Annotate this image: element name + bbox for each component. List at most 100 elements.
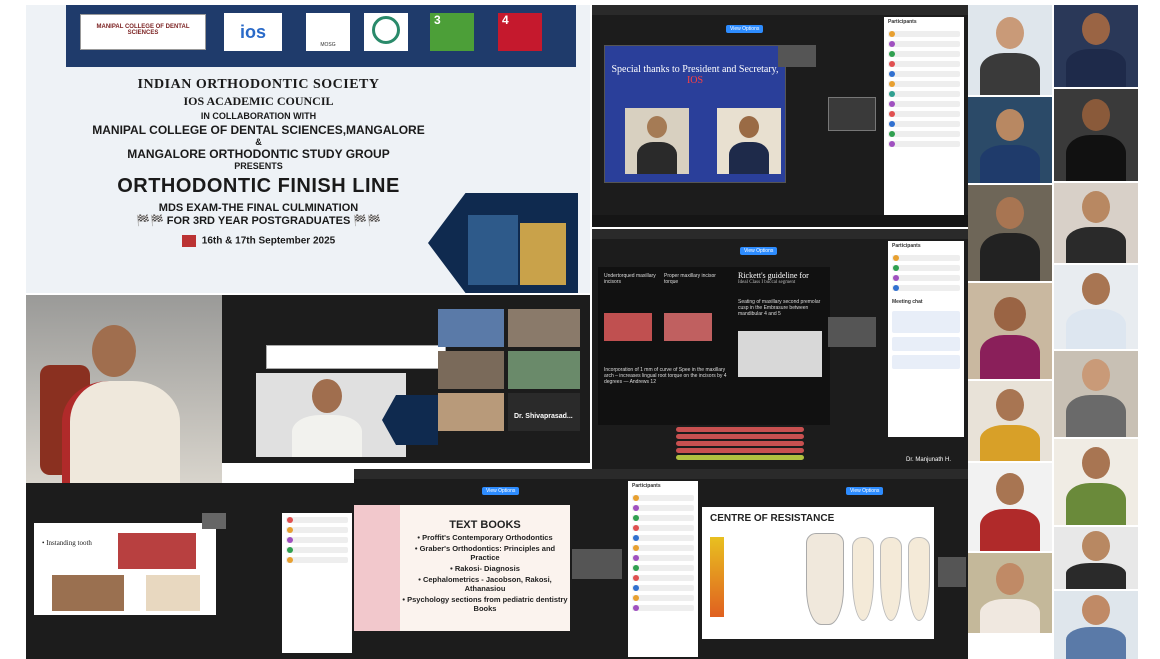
president-photo: [625, 108, 689, 174]
poster-title: ORTHODONTIC FINISH LINE: [117, 175, 400, 197]
list-item[interactable]: [632, 555, 694, 561]
speaker-photo: [1054, 527, 1138, 589]
list-item[interactable]: [888, 111, 960, 117]
teeth-photo: [604, 313, 652, 341]
list-item[interactable]: [632, 565, 694, 571]
teeth-photo: [146, 575, 200, 611]
view-options-button[interactable]: View Options: [482, 487, 520, 495]
participant-video: [938, 557, 966, 587]
list-item[interactable]: [888, 101, 960, 107]
list-item[interactable]: [888, 141, 960, 147]
view-options-button[interactable]: View Options: [740, 247, 778, 255]
list-item[interactable]: [632, 575, 694, 581]
shared-banner: [266, 345, 446, 369]
poster-line-5: &: [255, 137, 262, 147]
chat-title: Meeting chat: [892, 299, 923, 305]
thanks-text: Special thanks to President and Secretar…: [611, 64, 779, 75]
poster-line-3: IN COLLABORATION WITH: [200, 111, 317, 121]
list-item[interactable]: [888, 121, 960, 127]
zoom-window-textbooks: View Options TEXT BOOKS • Proffit's Cont…: [354, 469, 700, 659]
list-item[interactable]: [632, 515, 694, 521]
participants-panel-title: Participants: [892, 243, 921, 249]
speaker-photo: [968, 185, 1052, 281]
list-item[interactable]: [888, 71, 960, 77]
participant-video: [572, 549, 622, 579]
poster-line-7: PRESENTS: [234, 161, 283, 171]
speaker-saree: [62, 381, 180, 483]
teeth-photo: [738, 331, 822, 377]
slide-label-left: Undertorqued maxillary incisors: [604, 273, 656, 285]
list-item[interactable]: [632, 545, 694, 551]
list-item[interactable]: [888, 31, 960, 37]
secretary-photo: [717, 108, 781, 174]
bracket-illustration: [710, 537, 724, 617]
zoom-window-crowding: • Instanding tooth: [26, 483, 354, 659]
tooth-illustration: [880, 537, 902, 621]
list-item[interactable]: [888, 41, 960, 47]
thanks-slide: Special thanks to President and Secretar…: [604, 45, 786, 183]
participants-panel: Participants: [628, 481, 698, 657]
list-item[interactable]: [892, 275, 960, 281]
participants-panel: Participants: [884, 17, 964, 217]
textbook-item: • Proffit's Contemporary Orthodontics: [417, 533, 553, 542]
list-item[interactable]: [888, 51, 960, 57]
list-item[interactable]: [892, 265, 960, 271]
list-item[interactable]: [888, 131, 960, 137]
tooth-illustration: [908, 537, 930, 621]
zoom-window-ricketts: View Options Undertorqued maxillary inci…: [592, 229, 968, 469]
thanks-highlight: IOS: [686, 75, 704, 86]
list-item[interactable]: [632, 525, 694, 531]
speaker-photo: [1054, 591, 1138, 659]
list-item[interactable]: [632, 605, 694, 611]
calendar-icon: [181, 235, 196, 247]
poster-subtitle-2: 🏁🏁 FOR 3RD YEAR POSTGRADUATES 🏁🏁: [136, 215, 381, 227]
sdg-4-logo: 4: [498, 13, 542, 51]
list-item[interactable]: [888, 91, 960, 97]
teeth-photo: [52, 575, 124, 611]
list-item[interactable]: [286, 557, 348, 563]
list-item[interactable]: [888, 81, 960, 87]
resistance-title: CENTRE OF RESISTANCE: [710, 513, 835, 524]
zoom-window-resistance: View Options CENTRE OF RESISTANCE: [700, 469, 968, 659]
slide-label-mid: Proper maxillary incisor torque: [664, 273, 716, 285]
speaker-face: [92, 325, 136, 377]
zoom-window-presenter: Dr. Shivaprasad...: [222, 295, 590, 463]
chat-panel: Participants Meeting chat: [888, 241, 964, 437]
list-item[interactable]: [286, 537, 348, 543]
list-item[interactable]: [632, 585, 694, 591]
participant-video: [828, 317, 876, 347]
list-item[interactable]: [892, 285, 960, 291]
ricketts-slide: Undertorqued maxillary incisors Proper m…: [598, 267, 830, 425]
list-item[interactable]: [632, 595, 694, 601]
textbooks-slide: TEXT BOOKS • Proffit's Contemporary Orth…: [354, 505, 570, 631]
list-item[interactable]: [286, 527, 348, 533]
crowding-slide: • Instanding tooth: [34, 523, 216, 615]
textbook-item: • Rakosi- Diagnosis: [450, 564, 520, 573]
list-item[interactable]: [888, 61, 960, 67]
speaker-photo: [968, 463, 1052, 551]
list-item[interactable]: [286, 517, 348, 523]
list-item[interactable]: [632, 535, 694, 541]
list-item[interactable]: [632, 495, 694, 501]
speaker-photo: [1054, 439, 1138, 525]
logo-banner: MANIPAL COLLEGE OF DENTAL SCIENCES ios M…: [66, 5, 576, 67]
list-item[interactable]: [892, 255, 960, 261]
speaker-photo: [968, 553, 1052, 633]
speaker-photo: [1054, 89, 1138, 181]
list-item[interactable]: [632, 505, 694, 511]
gallery-grid: Dr. Shivaprasad...: [436, 309, 586, 433]
list-item[interactable]: [286, 547, 348, 553]
slide-bottom-text: Incorporation of 1 mm of curve of Spee i…: [604, 367, 727, 385]
poster-line-6: MANGALORE ORTHODONTIC STUDY GROUP: [127, 147, 390, 161]
textbook-item: • Cephalometrics - Jacobson, Rakosi, Ath…: [418, 575, 552, 593]
textbook-item: • Graber's Orthodontics: Principles and …: [414, 544, 556, 562]
view-options-button[interactable]: View Options: [846, 487, 884, 495]
poster-date: 16th & 17th September 2025: [26, 235, 491, 247]
teeth-photo: [118, 533, 196, 569]
speaker-photo: [968, 381, 1052, 461]
poster-subtitle-1: MDS EXAM-THE FINAL CULMINATION: [158, 202, 359, 214]
tooth-illustration: [806, 533, 844, 625]
slide-title-right: Rickett's guideline for Ideal Class I buc…: [738, 271, 809, 285]
poster-line-4: MANIPAL COLLEGE OF DENTAL SCIENCES,MANGA…: [92, 123, 425, 137]
view-options-button[interactable]: View Options: [726, 25, 764, 33]
